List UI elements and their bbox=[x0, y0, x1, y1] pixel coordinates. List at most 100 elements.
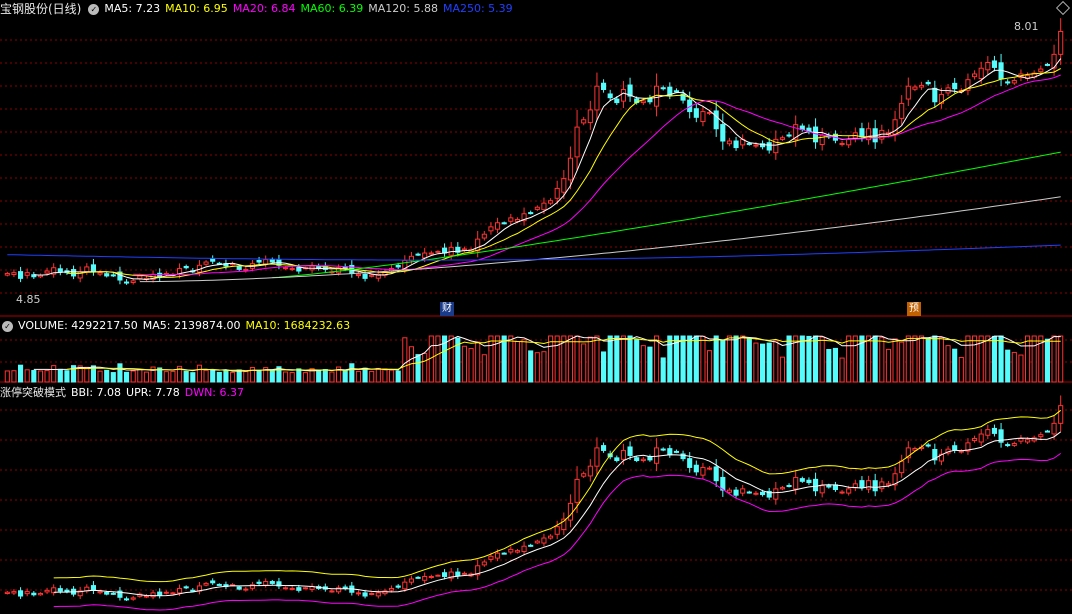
volume-bar bbox=[806, 335, 812, 383]
volume-bar bbox=[680, 335, 686, 383]
volume-bar bbox=[110, 372, 116, 383]
bbi-candle bbox=[501, 552, 507, 555]
volume-bar bbox=[534, 352, 540, 383]
price-candle bbox=[859, 128, 865, 138]
price-candle bbox=[263, 259, 269, 265]
bbi-candle bbox=[488, 555, 494, 560]
toggle-main-indicators-icon[interactable]: ✓ bbox=[88, 3, 100, 15]
volume-bar bbox=[322, 369, 328, 383]
bbi-candle bbox=[163, 591, 169, 594]
bbi-candle bbox=[554, 526, 560, 535]
volume-bar bbox=[415, 354, 421, 383]
price-candle bbox=[183, 265, 189, 269]
bbi-candle bbox=[289, 587, 295, 590]
price-candle bbox=[581, 119, 587, 124]
price-candle bbox=[428, 252, 434, 255]
volume-bar bbox=[1051, 335, 1057, 383]
volume-bar bbox=[223, 369, 229, 383]
volume-indicator-1: MA5: 2139874.00 bbox=[142, 319, 241, 332]
bbi-candle bbox=[508, 548, 514, 553]
volume-bar bbox=[938, 337, 944, 383]
bbi-candle bbox=[302, 587, 308, 590]
price-candle bbox=[541, 202, 547, 211]
bbi-candle bbox=[1005, 444, 1011, 447]
volume-bar bbox=[932, 335, 938, 383]
main-indicator-1: MA10: 6.95 bbox=[165, 2, 228, 15]
bbi-candle bbox=[740, 488, 746, 494]
volume-bar bbox=[720, 339, 726, 383]
price-candle bbox=[601, 82, 607, 90]
price-candle bbox=[534, 206, 540, 210]
price-candle bbox=[97, 272, 103, 275]
bbi-candle bbox=[104, 591, 110, 595]
bbi-candle bbox=[654, 447, 660, 464]
price-candle bbox=[495, 222, 501, 230]
bbi-candle bbox=[799, 478, 805, 482]
bbi-candle bbox=[978, 433, 984, 443]
price-candle bbox=[707, 111, 713, 114]
price-candle bbox=[296, 267, 302, 272]
bbi-candle bbox=[435, 574, 441, 577]
bbi-candle bbox=[541, 537, 547, 544]
volume-bar bbox=[614, 335, 620, 383]
volume-bar bbox=[819, 336, 825, 383]
bbi-candle bbox=[190, 589, 196, 592]
bbi-candle bbox=[687, 458, 693, 468]
bbi-candle bbox=[753, 492, 759, 495]
volume-bar bbox=[1031, 335, 1037, 383]
price-candle bbox=[733, 140, 739, 149]
toggle-volume-indicators-icon[interactable]: ✓ bbox=[2, 320, 13, 332]
volume-bar bbox=[541, 351, 547, 383]
volume-bar bbox=[130, 370, 136, 383]
price-candle bbox=[44, 270, 50, 274]
price-candle bbox=[952, 82, 958, 90]
bbi-candle bbox=[826, 485, 832, 488]
bbi-candle bbox=[130, 597, 136, 600]
price-candle bbox=[57, 268, 63, 273]
volume-bar bbox=[24, 369, 30, 383]
bbi-candle bbox=[640, 458, 646, 462]
volume-bar bbox=[256, 370, 262, 383]
bbi-candle bbox=[150, 592, 156, 598]
volume-bar bbox=[163, 371, 169, 383]
price-candle bbox=[1005, 81, 1011, 84]
volume-bar bbox=[117, 363, 123, 383]
volume-bar bbox=[1005, 349, 1011, 383]
bbi-candle bbox=[733, 489, 739, 496]
volume-bar bbox=[44, 370, 50, 383]
volume-bar bbox=[382, 368, 388, 383]
volume-bar bbox=[852, 335, 858, 383]
volume-bar bbox=[620, 335, 626, 383]
main-indicator-0: MA5: 7.23 bbox=[104, 2, 161, 15]
price-candle bbox=[4, 272, 10, 276]
bbi-candle bbox=[183, 586, 189, 589]
bbi-candle bbox=[362, 592, 368, 597]
price-candle bbox=[130, 280, 136, 283]
bbi-candle bbox=[581, 473, 587, 477]
price-candle bbox=[508, 217, 514, 222]
forecast-marker[interactable]: 预 bbox=[907, 302, 921, 316]
volume-bar bbox=[826, 348, 832, 383]
bbi-candle bbox=[402, 581, 408, 590]
volume-bar bbox=[435, 335, 441, 383]
price-candle bbox=[673, 90, 679, 93]
volume-bar bbox=[567, 335, 573, 383]
price-candle bbox=[203, 261, 209, 265]
price-candle bbox=[753, 144, 759, 147]
price-candle bbox=[395, 264, 401, 268]
high-price-label: 8.01 bbox=[1014, 20, 1039, 33]
bbi-candle bbox=[269, 581, 275, 584]
volume-bar bbox=[985, 335, 991, 383]
bbi-candle bbox=[495, 552, 501, 559]
price-candle bbox=[726, 140, 732, 145]
bbi-candle bbox=[283, 587, 289, 590]
volume-bar bbox=[97, 370, 103, 383]
volume-bar bbox=[693, 335, 699, 383]
bbi-candle bbox=[1058, 405, 1064, 424]
volume-bar bbox=[925, 337, 931, 383]
price-candle bbox=[548, 200, 554, 204]
bbi-candle bbox=[236, 586, 242, 590]
price-candle bbox=[607, 93, 613, 99]
price-candle bbox=[90, 264, 96, 272]
financial-report-marker[interactable]: 财 bbox=[440, 302, 454, 316]
